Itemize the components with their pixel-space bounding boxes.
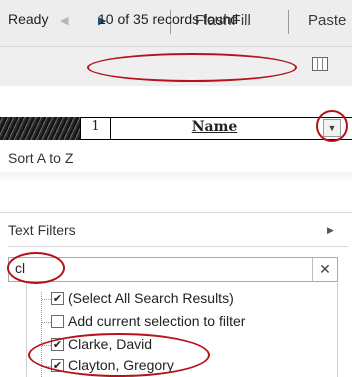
annotation-oval [7, 252, 65, 284]
tree-connector-tick [42, 322, 51, 323]
normal-view-icon[interactable] [312, 57, 328, 71]
panel-shadow [0, 172, 352, 182]
header-pattern-cell [0, 117, 80, 140]
row-number: 1 [80, 117, 111, 140]
checkbox-select-all[interactable]: ✔ [51, 292, 64, 305]
menu-divider [8, 246, 348, 247]
status-record-count: 10 of 35 records found [98, 11, 239, 27]
clear-x-icon: ✕ [319, 261, 331, 277]
list-item-select-all[interactable]: (Select All Search Results) [68, 290, 234, 306]
menu-item-text-filters[interactable]: Text Filters [8, 222, 76, 238]
menu-item-sort-a-to-z[interactable]: Sort A to Z [8, 150, 73, 166]
tree-connector-tick [42, 299, 51, 300]
sheet-tab-paste[interactable]: Paste [308, 12, 346, 29]
column-header-name: Name [191, 119, 238, 135]
tab-divider [288, 10, 289, 34]
clear-search-button[interactable]: ✕ [312, 258, 337, 281]
annotation-oval [316, 110, 348, 142]
checkbox-add-selection[interactable] [51, 315, 64, 328]
list-item-add-selection[interactable]: Add current selection to filter [68, 313, 245, 329]
annotation-oval [87, 53, 297, 82]
submenu-arrow-icon: ▶ [327, 225, 334, 235]
annotation-oval [28, 333, 210, 377]
status-ready-text: Ready [8, 11, 49, 27]
scroll-tabs-left-icon[interactable]: ◀ [60, 14, 68, 27]
